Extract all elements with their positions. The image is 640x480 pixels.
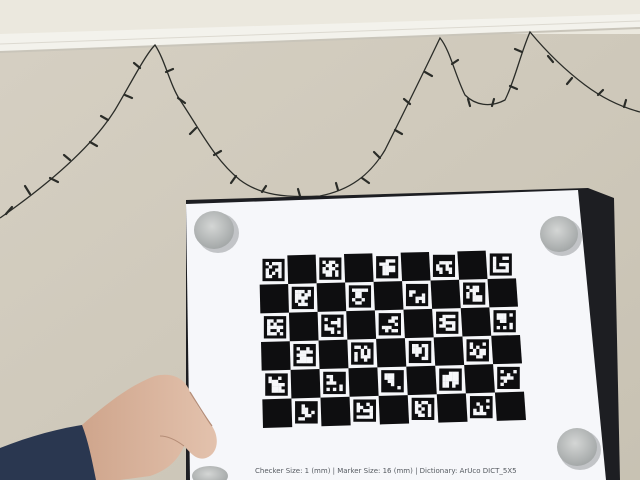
- aruco-marker: [411, 397, 435, 420]
- checker-square: [464, 364, 495, 394]
- checker-square: [430, 279, 461, 309]
- checker-square: [262, 398, 293, 428]
- checker-square: [346, 310, 377, 340]
- checker-square: [376, 338, 407, 368]
- aruco-marker: [381, 370, 404, 393]
- checker-square: [261, 341, 291, 371]
- aruco-marker: [262, 258, 285, 282]
- aruco-marker: [295, 401, 318, 424]
- checker-square: [290, 369, 321, 399]
- aruco-marker: [497, 366, 520, 389]
- checker-square: [403, 308, 434, 339]
- aruco-marker: [469, 396, 493, 419]
- checker-square: [373, 281, 404, 311]
- aruco-marker: [405, 283, 429, 307]
- checker-square: [487, 278, 518, 308]
- aruco-marker: [378, 313, 401, 336]
- board-caption: Checker Size: 1 (mm) | Marker Size: 16 (…: [255, 467, 517, 475]
- photo-scene: [0, 0, 640, 480]
- checker-square: [316, 282, 347, 312]
- aruco-marker: [291, 286, 314, 310]
- checker-square: [287, 254, 317, 284]
- checker-square: [433, 336, 465, 366]
- aruco-marker: [265, 373, 288, 396]
- aruco-marker: [489, 253, 512, 276]
- aruco-marker: [463, 282, 486, 305]
- aruco-marker: [493, 310, 516, 333]
- aruco-marker: [439, 368, 462, 391]
- checker-square: [318, 339, 349, 370]
- checker-square: [406, 365, 437, 396]
- charuco-checkerboard: [259, 250, 526, 428]
- aruco-marker: [263, 316, 287, 339]
- checker-square: [320, 396, 351, 427]
- aruco-marker: [466, 339, 489, 362]
- checker-square: [378, 395, 410, 425]
- aruco-marker: [319, 257, 342, 280]
- checker-square: [400, 252, 431, 282]
- aruco-marker: [321, 314, 344, 337]
- aruco-marker: [323, 371, 346, 395]
- aruco-marker: [436, 311, 459, 334]
- aruco-marker: [432, 254, 456, 277]
- checker-square: [457, 250, 488, 280]
- aruco-marker: [351, 342, 374, 365]
- checker-square: [491, 335, 522, 365]
- checker-square: [348, 367, 379, 397]
- aruco-marker: [408, 340, 432, 364]
- aruco-marker: [293, 343, 316, 367]
- aruco-marker: [353, 399, 377, 422]
- checker-square: [436, 393, 468, 423]
- checker-square: [288, 311, 319, 342]
- checker-square: [259, 283, 289, 314]
- aruco-marker: [376, 256, 399, 279]
- checker-square: [460, 307, 492, 337]
- aruco-marker: [348, 285, 372, 308]
- checker-square: [344, 253, 374, 283]
- checker-square: [494, 391, 526, 421]
